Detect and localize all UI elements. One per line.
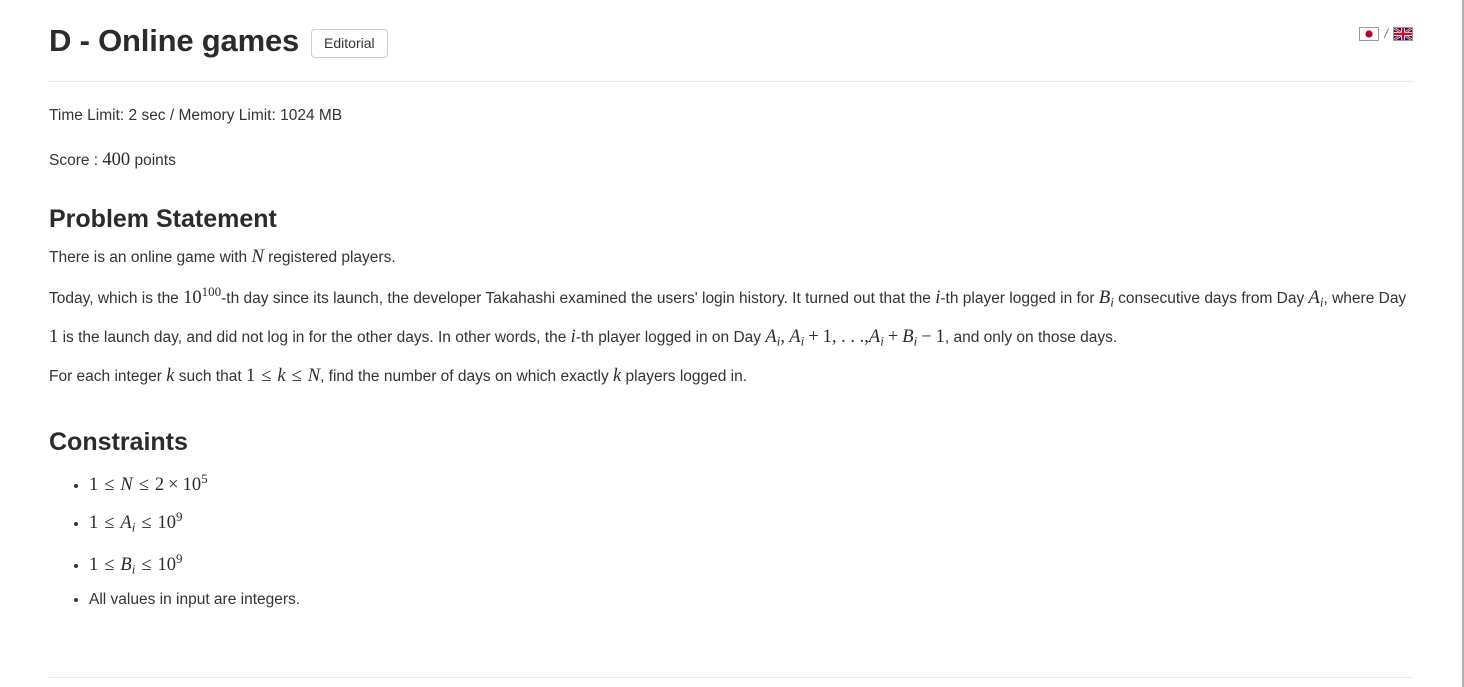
list-item: 1≤N≤2×105 — [89, 463, 1413, 501]
math-A-4: Ai — [868, 326, 884, 349]
editorial-button[interactable]: Editorial — [311, 29, 388, 59]
title-row: D - Online games Editorial / — [49, 0, 1413, 59]
math-le-1: ≤ — [261, 365, 272, 386]
math-le-2: ≤ — [291, 365, 302, 386]
line2-text-c: -th player logged in for — [940, 290, 1095, 308]
problem-statement-heading: Problem Statement — [49, 205, 277, 234]
math-plus-2: + — [887, 326, 899, 347]
line5-text-a: For each integer — [49, 367, 162, 385]
math-A-3: Ai — [789, 326, 804, 349]
math-A-2: Ai — [765, 326, 780, 349]
line3-text-b: , where Day — [1323, 290, 1407, 308]
math-N-2: N — [307, 365, 321, 386]
constraints-heading: Constraints — [49, 427, 188, 456]
math-comma-1: , — [780, 326, 785, 347]
math-minus-1: − — [921, 326, 932, 347]
line5-text-c: , find the number of days on which exact… — [320, 367, 609, 385]
limits-line: Time Limit: 2 sec / Memory Limit: 1024 M… — [49, 107, 343, 125]
math-B-sub: i — [1110, 294, 1114, 310]
content-container: D - Online games Editorial / Time Limit:… — [49, 0, 1413, 615]
line3-text-d: -th player logged in on Day — [575, 328, 762, 346]
score-prefix: Score : — [49, 152, 99, 170]
math-one-2: 1 — [935, 326, 945, 347]
math-k-3: k — [613, 365, 622, 386]
line2-text-a: Today, which is the — [49, 290, 179, 308]
math-one-1: 1 — [822, 326, 832, 347]
constraint-4-text: All values in input are integers. — [89, 591, 301, 609]
constraint-1-math: 1 ≤ N ≤2 × 105 — [89, 470, 208, 495]
statement-line-5: For each integer k such that 1 ≤ k ≤ N, find… — [49, 359, 1413, 394]
math-B-2: Bi — [902, 326, 917, 349]
math-ten-pow: 10100 — [183, 284, 221, 309]
math-B-1: Bi — [1098, 288, 1114, 310]
math-ten-base: 10 — [183, 288, 202, 309]
math-A-1: Ai — [1308, 288, 1324, 310]
math-N: N — [251, 247, 264, 268]
math-A-base: A — [1308, 288, 1320, 309]
constraints-list: 1≤N≤2×105 1≤Ai≤109 1≤Bi≤109 All values i… — [49, 463, 1413, 616]
math-ten-exp: 100 — [201, 284, 222, 300]
score-line: Score : 400 points — [49, 128, 1413, 171]
math-plus-1: + — [808, 326, 819, 347]
language-separator: / — [1384, 26, 1388, 41]
line5-text-b: such that — [178, 367, 242, 385]
math-k-2: k — [277, 365, 286, 386]
footer-divider — [49, 677, 1413, 678]
problem-page: D - Online games Editorial / Time Limit:… — [0, 0, 1464, 687]
math-A2-base: A — [765, 326, 777, 347]
line1-text-b: registered players. — [268, 249, 396, 267]
math-B-base: B — [1098, 288, 1111, 309]
japan-flag-icon[interactable] — [1359, 26, 1380, 41]
math-one-3: 1 — [245, 365, 256, 386]
line5-text-d: players logged in. — [625, 367, 748, 385]
page-title: D - Online games — [49, 23, 300, 58]
line3-text-c: is the launch day, and did not log in fo… — [62, 328, 567, 346]
line3-text-a: consecutive days from Day — [1118, 290, 1305, 308]
list-item: 1≤Ai≤109 — [89, 501, 1413, 543]
math-A4-base: A — [868, 326, 881, 347]
problem-statement-body: There is an online game with N registere… — [49, 240, 1413, 393]
list-item: All values in input are integers. — [89, 584, 1413, 615]
statement-line-1: There is an online game with N registere… — [49, 240, 1413, 275]
math-k-1: k — [166, 365, 175, 386]
uk-flag-icon[interactable] — [1393, 26, 1413, 41]
math-ellipsis: , . . ., — [831, 326, 869, 347]
math-B2-base: B — [902, 326, 914, 347]
list-item: 1≤Bi≤109 — [89, 543, 1413, 585]
line2-text-b: -th day since its launch, the developer … — [221, 290, 931, 308]
math-day-one: 1 — [49, 326, 59, 347]
language-switch: / — [1359, 26, 1413, 41]
score-value: 400 — [102, 150, 131, 171]
line1-text-a: There is an online game with — [49, 249, 248, 267]
constraint-2-math: 1 ≤ Ai ≤109 — [89, 508, 183, 535]
math-A3-base: A — [789, 326, 801, 347]
score-suffix: points — [134, 152, 176, 170]
line4-tail: , and only on those days. — [944, 328, 1118, 346]
statement-line-2: Today, which is the 10100-th day since i… — [49, 275, 1413, 358]
constraint-3-math: 1 ≤ Bi ≤109 — [89, 550, 183, 577]
